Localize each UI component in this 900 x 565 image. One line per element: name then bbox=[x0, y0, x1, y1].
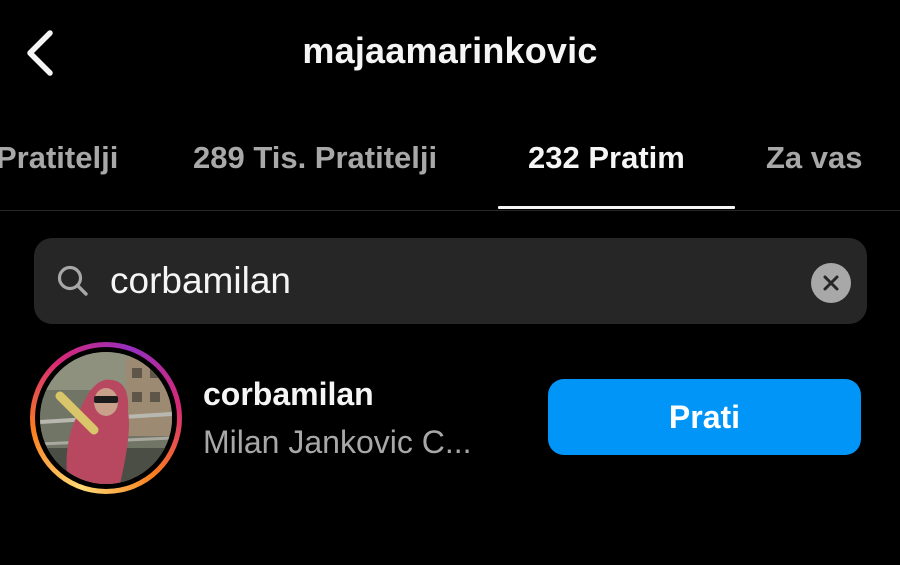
page-title: majaamarinkovic bbox=[302, 30, 598, 71]
tab-for-you[interactable]: Za vas bbox=[766, 138, 863, 178]
avatar-photo bbox=[40, 352, 172, 484]
tab-followers-partial[interactable]: Pratitelji bbox=[0, 138, 118, 178]
active-tab-indicator bbox=[498, 206, 735, 209]
avatar bbox=[40, 352, 172, 484]
search-icon bbox=[57, 265, 88, 296]
tab-followers[interactable]: 289 Tis. Pratitelji bbox=[193, 138, 437, 178]
search-bar bbox=[34, 238, 867, 324]
tab-following[interactable]: 232 Pratim bbox=[528, 138, 685, 178]
story-ring[interactable] bbox=[30, 342, 182, 494]
clear-search-button[interactable] bbox=[811, 263, 851, 303]
search-input[interactable] bbox=[110, 256, 800, 306]
tab-bar: Pratitelji 289 Tis. Pratitelji 232 Prati… bbox=[0, 118, 900, 211]
result-username[interactable]: corbamilan bbox=[203, 376, 374, 413]
follow-button[interactable]: Prati bbox=[548, 379, 861, 455]
following-screen: majaamarinkovic Pratitelji 289 Tis. Prat… bbox=[0, 0, 900, 565]
tabs-divider bbox=[0, 210, 900, 211]
result-full-name: Milan Jankovic C... bbox=[203, 424, 472, 460]
search-result-row[interactable]: corbamilan Milan Jankovic C... Prati bbox=[0, 340, 900, 500]
header: majaamarinkovic bbox=[0, 0, 900, 110]
clear-icon bbox=[823, 275, 839, 291]
